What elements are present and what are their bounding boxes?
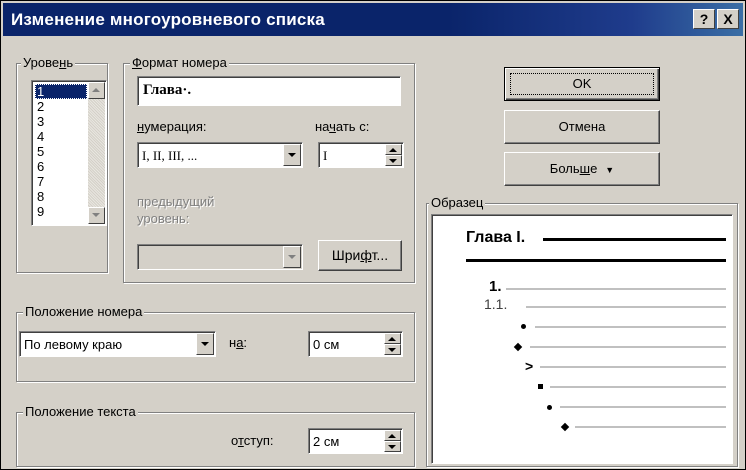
level-item[interactable]: 4: [35, 129, 87, 144]
scroll-down-arrow-icon[interactable]: [88, 207, 105, 224]
start-at-spinner[interactable]: I: [318, 142, 404, 168]
sample-level-1: 1.: [489, 278, 502, 295]
help-button[interactable]: ?: [693, 9, 715, 29]
number-position-legend: Положение номера: [23, 304, 145, 320]
bullet-diamond-icon: [560, 422, 570, 432]
ok-button[interactable]: OK: [504, 67, 660, 101]
font-button[interactable]: Шрифт...: [318, 240, 402, 271]
spin-up-icon[interactable]: [384, 430, 401, 441]
indent-label: отступ:: [231, 433, 274, 448]
sample-group: Образец Глава I. 1. 1.1. >: [426, 195, 738, 467]
start-at-spin-buttons[interactable]: [385, 144, 402, 166]
previous-level-label: предыдущий уровень:: [137, 194, 215, 226]
number-format-input[interactable]: Глава·.: [137, 76, 401, 106]
numbering-dropdown[interactable]: I, II, III, ...: [137, 142, 303, 168]
sample-level-2-line: [526, 306, 726, 308]
sample-level-6-line: [550, 386, 726, 388]
level-item[interactable]: 5: [35, 144, 87, 159]
previous-level-dropdown: [137, 244, 303, 270]
aligned-at-label: на:: [229, 335, 248, 350]
scroll-up-arrow-icon[interactable]: [88, 82, 105, 99]
sample-level-2: 1.1.: [484, 296, 508, 312]
close-button[interactable]: X: [717, 9, 739, 29]
level-item[interactable]: 8: [35, 189, 87, 204]
aligned-at-value: 0 см: [313, 337, 340, 352]
cancel-button[interactable]: Отмена: [504, 110, 660, 144]
spin-down-icon[interactable]: [384, 344, 401, 355]
sample-heading-rule-2: [466, 259, 726, 262]
level-listbox[interactable]: 1 2 3 4 5 6 7 8 9: [31, 80, 107, 226]
start-at-value: I: [323, 148, 328, 163]
aligned-at-spinner[interactable]: 0 см: [308, 331, 403, 357]
sample-heading: Глава I.: [466, 229, 526, 246]
sample-level-4-line: [530, 346, 726, 348]
level-item[interactable]: 6: [35, 159, 87, 174]
bullet-diamond-icon: [513, 342, 523, 352]
aligned-at-spin-buttons[interactable]: [384, 333, 401, 355]
ok-label: OK: [510, 73, 654, 95]
dialog-window: Изменение многоуровневого списка ? X Уро…: [0, 0, 746, 470]
bullet-square-icon: [538, 384, 543, 389]
bullet-arrowhead-icon: >: [525, 358, 534, 374]
level-item[interactable]: 2: [35, 99, 87, 114]
text-position-legend: Положение текста: [23, 404, 138, 420]
bullet-dot-icon: [521, 324, 526, 329]
numbering-label: нумерация:: [137, 119, 207, 134]
spin-down-icon[interactable]: [384, 441, 401, 452]
indent-value: 2 см: [313, 434, 340, 449]
number-position-group: Положение номера По левому краю на: 0 см: [16, 304, 415, 382]
chevron-down-icon: [283, 246, 301, 268]
numbering-value: I, II, III, ...: [142, 148, 198, 163]
chevron-down-icon[interactable]: [196, 333, 214, 355]
level-item[interactable]: 7: [35, 174, 87, 189]
more-button[interactable]: Больше ▼: [504, 152, 660, 186]
sample-level-1-line: [506, 288, 726, 290]
number-format-value: Глава·.: [143, 82, 192, 98]
indent-spin-buttons[interactable]: [384, 430, 401, 452]
spin-up-icon[interactable]: [384, 333, 401, 344]
window-title: Изменение многоуровневого списка: [11, 10, 325, 29]
sample-legend: Образец: [429, 195, 486, 211]
level-legend: Уровень: [21, 55, 76, 71]
start-at-label: начать с:: [315, 119, 370, 134]
title-bar[interactable]: Изменение многоуровневого списка ? X: [3, 3, 743, 36]
level-item[interactable]: 3: [35, 114, 87, 129]
level-item[interactable]: 1: [35, 84, 87, 99]
alignment-value: По левому краю: [24, 337, 123, 352]
sample-level-7-line: [560, 406, 726, 408]
bullet-dot-icon: [547, 405, 552, 410]
indent-spinner[interactable]: 2 см: [308, 428, 403, 454]
level-scrollbar[interactable]: [88, 82, 105, 224]
more-arrow-icon: ▼: [605, 165, 615, 175]
level-item[interactable]: 9: [35, 204, 87, 219]
sample-heading-rule: [543, 238, 726, 241]
chevron-down-icon[interactable]: [283, 144, 301, 166]
number-format-group: Формат номера Глава·. нумерация: I, II, …: [123, 55, 415, 283]
spin-up-icon[interactable]: [385, 144, 402, 155]
level-group: Уровень 1 2 3 4 5 6 7 8 9: [16, 55, 108, 273]
sample-level-5-line: [540, 366, 726, 368]
sample-level-8-line: [575, 426, 726, 428]
number-format-legend: Формат номера: [130, 55, 229, 71]
alignment-dropdown[interactable]: По левому краю: [19, 331, 216, 357]
spin-down-icon[interactable]: [385, 155, 402, 166]
text-position-group: Положение текста отступ: 2 см: [16, 404, 415, 467]
sample-preview: Глава I. 1. 1.1. >: [431, 214, 733, 464]
sample-level-3-line: [535, 326, 726, 328]
